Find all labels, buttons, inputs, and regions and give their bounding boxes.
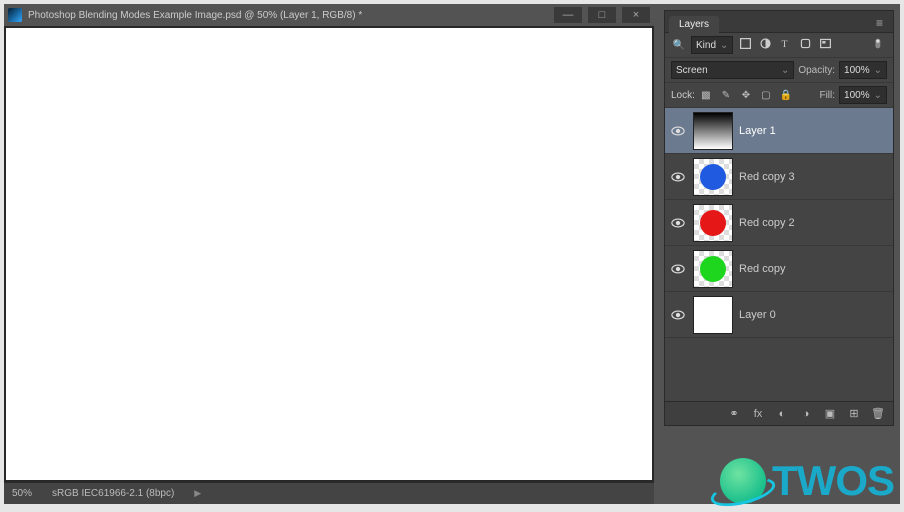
close-button[interactable]: × <box>622 7 650 23</box>
globe-icon <box>720 458 766 504</box>
visibility-toggle-icon[interactable] <box>669 214 687 232</box>
blend-mode-row: Screen ⌄ Opacity: 100% ⌄ <box>665 58 893 83</box>
canvas[interactable] <box>6 28 652 480</box>
lock-all-icon[interactable]: 🔒 <box>779 90 793 101</box>
fill-label: Fill: <box>819 90 835 101</box>
lock-transparent-icon[interactable]: ▩ <box>699 90 713 101</box>
layer-name[interactable]: Red copy <box>739 263 785 275</box>
visibility-toggle-icon[interactable] <box>669 168 687 186</box>
statusbar-chevron-icon[interactable]: ▶ <box>194 488 201 499</box>
layer-filter-row: 🔍 Kind ⌄ T <box>665 33 893 58</box>
delete-layer-icon[interactable]: 🗑 <box>871 407 885 420</box>
layer-row[interactable]: Red copy <box>665 246 893 292</box>
layer-style-icon[interactable]: fx <box>751 408 765 420</box>
panel-menu-icon[interactable]: ≡ <box>870 14 889 32</box>
new-layer-icon[interactable]: ⊞ <box>847 407 861 420</box>
layer-name[interactable]: Layer 0 <box>739 309 776 321</box>
layer-thumbnail <box>693 250 733 288</box>
filter-pixel-icon[interactable] <box>737 37 753 53</box>
lock-label: Lock: <box>671 90 695 101</box>
titlebar[interactable]: Photoshop Blending Modes Example Image.p… <box>4 4 654 26</box>
layer-row[interactable]: Red copy 2 <box>665 200 893 246</box>
layer-name[interactable]: Layer 1 <box>739 125 776 137</box>
layer-row[interactable]: Red copy 3 <box>665 154 893 200</box>
zoom-level[interactable]: 50% <box>12 488 32 499</box>
visibility-toggle-icon[interactable] <box>669 122 687 140</box>
document-window: Photoshop Blending Modes Example Image.p… <box>4 4 654 504</box>
layers-panel: Layers ≡ 🔍 Kind ⌄ T Screen ⌄ <box>664 10 894 426</box>
minimize-button[interactable]: — <box>554 7 582 23</box>
layers-list: Layer 1 Red copy 3 Red copy 2 Red copy Layer… <box>665 108 893 401</box>
layer-thumbnail <box>693 296 733 334</box>
panel-tabs: Layers ≡ <box>665 11 893 33</box>
layer-mask-icon[interactable]: ◐ <box>775 408 789 420</box>
blend-mode-value: Screen <box>676 65 708 76</box>
group-icon[interactable]: ▣ <box>823 407 837 420</box>
filter-adjustment-icon[interactable] <box>757 37 773 53</box>
layer-row[interactable]: Layer 1 <box>665 108 893 154</box>
filter-kind-label: Kind <box>696 40 716 51</box>
svg-text:T: T <box>781 39 787 50</box>
watermark-text: TWOS <box>772 457 894 505</box>
layer-name[interactable]: Red copy 3 <box>739 171 795 183</box>
layer-thumbnail <box>693 204 733 242</box>
chevron-down-icon: ⌄ <box>874 90 882 101</box>
canvas-area[interactable] <box>4 26 654 482</box>
fill-value: 100% <box>844 90 870 101</box>
opacity-input[interactable]: 100% ⌄ <box>839 61 887 79</box>
layer-thumbnail <box>693 158 733 196</box>
watermark: TWOS <box>720 457 894 505</box>
filter-shape-icon[interactable] <box>797 37 813 53</box>
lock-artboard-icon[interactable]: ▢ <box>759 90 773 101</box>
chevron-down-icon: ⌄ <box>874 65 882 76</box>
chevron-down-icon: ⌄ <box>720 40 728 51</box>
adjustment-layer-icon[interactable]: ◑ <box>799 408 813 420</box>
layer-thumbnail <box>693 112 733 150</box>
blend-mode-select[interactable]: Screen ⌄ <box>671 61 794 79</box>
visibility-toggle-icon[interactable] <box>669 260 687 278</box>
app-icon <box>8 8 22 22</box>
link-layers-icon[interactable]: ⚭ <box>727 407 741 420</box>
tab-layers[interactable]: Layers <box>669 16 719 33</box>
filter-toggle-icon[interactable] <box>871 37 887 53</box>
lock-position-icon[interactable]: ✥ <box>739 90 753 101</box>
maximize-button[interactable]: □ <box>588 7 616 23</box>
opacity-label: Opacity: <box>798 65 835 76</box>
lock-row: Lock: ▩ ✎ ✥ ▢ 🔒 Fill: 100% ⌄ <box>665 83 893 108</box>
layers-panel-footer: ⚭ fx ◐ ◑ ▣ ⊞ 🗑 <box>665 401 893 425</box>
document-title: Photoshop Blending Modes Example Image.p… <box>28 10 554 21</box>
layer-name[interactable]: Red copy 2 <box>739 217 795 229</box>
filter-type-icon[interactable]: T <box>777 37 793 53</box>
statusbar: 50% sRGB IEC61966-2.1 (8bpc) ▶ <box>4 482 654 504</box>
visibility-toggle-icon[interactable] <box>669 306 687 324</box>
opacity-value: 100% <box>844 65 870 76</box>
search-icon: 🔍 <box>671 40 687 51</box>
color-profile: sRGB IEC61966-2.1 (8bpc) <box>52 488 174 499</box>
blue-circle <box>276 58 576 358</box>
filter-kind-select[interactable]: Kind ⌄ <box>691 36 733 54</box>
layer-row[interactable]: Layer 0 <box>665 292 893 338</box>
fill-input[interactable]: 100% ⌄ <box>839 86 887 104</box>
panels-area: Layers ≡ 🔍 Kind ⌄ T Screen ⌄ <box>664 4 900 504</box>
chevron-down-icon: ⌄ <box>781 65 789 76</box>
lock-pixels-icon[interactable]: ✎ <box>719 90 733 101</box>
filter-smartobject-icon[interactable] <box>817 37 833 53</box>
